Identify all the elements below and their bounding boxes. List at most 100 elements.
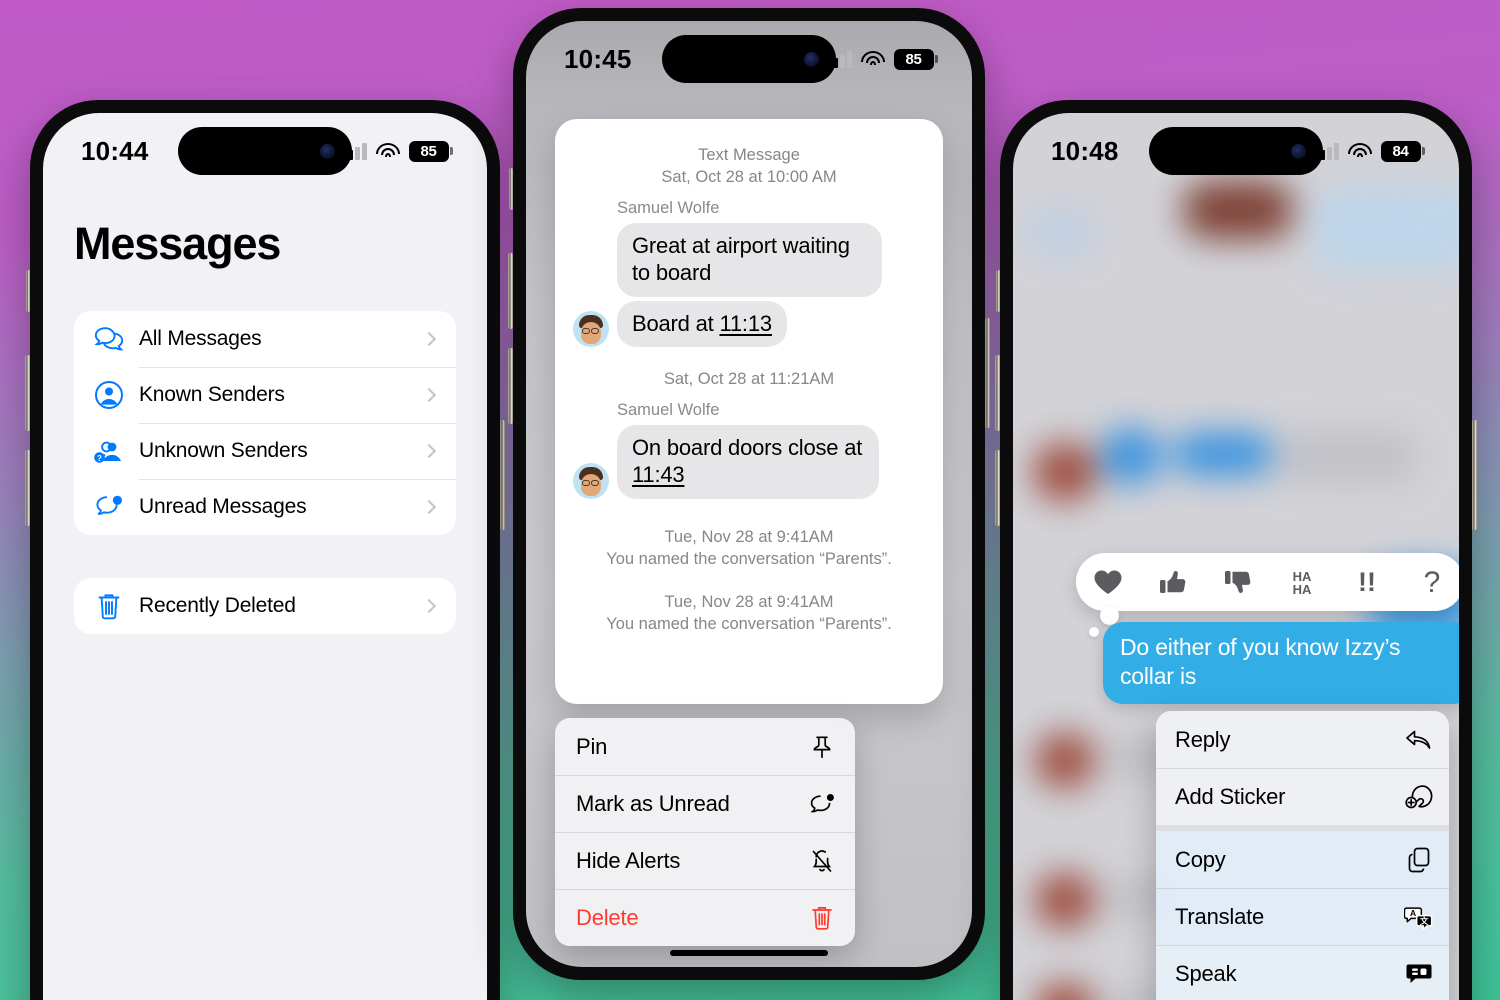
selected-outgoing-message-bubble[interactable]: Do either of you know Izzy’s collar is [1103,622,1459,704]
context-menu-label: Reply [1175,726,1231,752]
sidebar-item-unread-messages[interactable]: Unread Messages [74,479,456,535]
svg-text:?: ? [1423,566,1440,598]
incoming-message-bubble[interactable]: On board doors close at 11:43 [612,424,879,499]
context-menu-item-translate[interactable]: Translate A 文 [1156,888,1449,945]
dynamic-island [1149,127,1323,175]
context-menu-item-copy[interactable]: Copy [1156,831,1449,888]
tapback-tail-small [1089,627,1099,637]
conversation-preview-card[interactable]: Text Message Sat, Oct 28 at 10:00 AM Sam… [555,119,943,704]
status-indicators: 85 [341,140,453,162]
avatar [573,462,609,499]
chevron-right-icon [421,598,437,614]
volume-up-button[interactable] [25,355,30,431]
battery-icon: 85 [408,140,453,162]
two-speech-bubbles-icon [87,322,131,356]
context-menu-label: Pin [576,733,608,759]
heart-tapback[interactable] [1085,562,1131,602]
thumbs-up-tapback[interactable] [1150,562,1196,602]
power-button[interactable] [1472,420,1477,530]
mute-switch[interactable] [26,270,30,312]
phone-right: 10:48 84 HA HA !! ? Do either of you kno… [995,96,1477,1000]
message-text: Board at [632,310,720,336]
sidebar-item-label: Unknown Senders [139,439,308,462]
power-button[interactable] [500,420,505,530]
add-sticker-icon [1404,782,1434,812]
trash-icon [807,903,837,933]
message-text: On board doors close at [632,434,863,460]
context-menu-label: Add Sticker [1175,783,1286,809]
sidebar-item-all-messages[interactable]: All Messages [74,311,456,367]
volume-down-button[interactable] [25,450,30,526]
question-tapback[interactable]: ? [1409,562,1455,602]
volume-down-button[interactable] [508,348,513,424]
svg-text:?: ? [97,454,102,463]
phone-right-screen: 10:48 84 HA HA !! ? Do either of you kno… [1013,113,1459,1000]
context-menu-label: Copy [1175,846,1226,872]
incoming-message-bubble[interactable]: Board at 11:13 [612,300,787,348]
pin-icon [807,732,837,762]
front-camera-icon [1291,143,1306,159]
context-menu-label: Speak [1175,960,1237,986]
message-row: On board doors close at 11:43 [555,424,943,499]
filter-list-group-primary: All Messages Known Senders ? Unknown Sen… [43,311,487,535]
battery-percent: 84 [1392,142,1409,160]
battery-percent: 85 [905,50,922,68]
chevron-right-icon [421,443,437,459]
svg-text:!!: !! [1358,567,1376,597]
exclamation-tapback[interactable]: !! [1344,562,1390,602]
service-label: Text Message [698,146,800,164]
phone-left: 10:44 85 Messages All Messages Known Sen… [25,96,505,1000]
page-title: Messages [74,218,281,269]
front-camera-icon [804,51,819,67]
context-menu-item-add-sticker[interactable]: Add Sticker [1156,768,1449,825]
avatar [573,311,609,348]
event-text: You named the conversation “Parents”. [606,549,892,568]
translate-icon: A 文 [1404,902,1434,932]
context-menu-item-hide-alerts[interactable]: Hide Alerts [555,832,855,889]
event-timestamp: Tue, Nov 28 at 9:41AM [664,593,834,612]
message-row: Great at airport waiting to board [555,222,943,297]
conversation-timestamp: Sat, Oct 28 at 10:00 AM [661,167,837,186]
speak-icon [1404,959,1434,989]
sidebar-item-unknown-senders[interactable]: ? Unknown Senders [74,423,456,479]
chevron-right-icon [421,387,437,403]
sidebar-item-recently-deleted[interactable]: Recently Deleted [74,578,456,634]
incoming-message-bubble[interactable]: Great at airport waiting to board [617,222,882,297]
volume-up-button[interactable] [995,355,1000,431]
mute-switch[interactable] [996,270,1000,312]
chevron-right-icon [421,331,437,347]
conversation-context-menu: Pin Mark as Unread Hide Alerts Delete [555,718,855,946]
context-menu-label: Mark as Unread [576,790,730,816]
context-menu-item-speak[interactable]: Speak [1156,945,1449,1000]
mute-switch[interactable] [509,168,513,210]
sidebar-item-known-senders[interactable]: Known Senders [74,367,456,423]
svg-text:HA: HA [1293,582,1312,597]
copy-icon [1404,845,1434,875]
detected-time-link[interactable]: 11:13 [719,311,772,336]
home-indicator[interactable] [670,950,828,956]
context-menu-label: Hide Alerts [576,847,681,873]
svg-text:A: A [1410,908,1416,918]
message-sender-name: Samuel Wolfe [617,198,720,217]
power-button[interactable] [985,318,990,428]
haha-tapback[interactable]: HA HA [1279,562,1325,602]
detected-time-link[interactable]: 11:43 [632,462,685,487]
phone-center: 10:45 85 Text Message Sat, Oct 28 at 10:… [508,4,990,984]
volume-down-button[interactable] [995,450,1000,526]
context-menu-item-pin[interactable]: Pin [555,718,855,775]
unread-bubble-icon [807,789,837,819]
conversation-timestamp: Sat, Oct 28 at 11:21AM [663,370,835,389]
bell-slash-icon [807,846,837,876]
context-menu-item-delete[interactable]: Delete [555,889,855,946]
reply-arrow-icon [1404,725,1434,755]
wifi-icon [860,50,885,68]
phone-center-screen: 10:45 85 Text Message Sat, Oct 28 at 10:… [526,21,972,967]
sidebar-item-label: Recently Deleted [139,594,296,617]
context-menu-item-reply[interactable]: Reply [1156,711,1449,768]
thumbs-down-tapback[interactable] [1215,562,1261,602]
context-menu-item-mark-as-unread[interactable]: Mark as Unread [555,775,855,832]
status-time: 10:45 [564,43,632,74]
event-timestamp: Tue, Nov 28 at 9:41AM [664,527,834,546]
volume-up-button[interactable] [508,253,513,329]
person-question-icon: ? [87,434,131,468]
